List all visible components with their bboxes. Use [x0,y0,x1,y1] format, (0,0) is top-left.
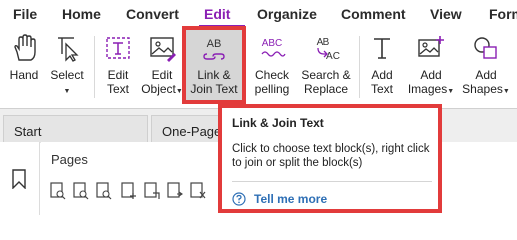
edit-object-label-text: Edit Object [141,68,176,96]
hand-tool-button[interactable]: Hand [4,30,44,102]
add-images-button[interactable]: Add Images▼ [406,30,456,102]
replace-page-icon[interactable] [167,182,183,200]
menu-convert[interactable]: Convert [126,6,179,22]
edit-object-label: Edit Object▼ [141,68,183,99]
menu-comment[interactable]: Comment [341,6,406,22]
add-text-label: Add Text [370,68,393,96]
tooltip-divider [232,181,432,182]
pages-panel: Pages [41,142,221,215]
select-tool-button[interactable]: Select ▼ [47,30,87,102]
svg-text:AC: AC [326,51,340,62]
extract-page-icon[interactable] [144,182,160,200]
pages-panel-title: Pages [51,152,88,167]
spell-check-icon: ABC [261,38,286,57]
svg-text:B: B [323,37,330,48]
svg-text:ABC: ABC [262,38,283,49]
insert-page-icon[interactable] [121,182,137,200]
highlight-frame [182,26,246,104]
tab-start[interactable]: Start [3,115,148,143]
ribbon-toolbar: Hand Select ▼ Edit Text Edit Object▼ AB … [0,30,517,108]
add-shapes-label-text: Add Shapes [462,68,503,96]
edit-text-label: Edit Text [106,68,129,96]
menu-home[interactable]: Home [62,6,101,22]
search-replace-icon: A B AC [317,37,340,62]
add-shapes-button[interactable]: Add Shapes▼ [460,30,512,102]
add-images-label: Add Images▼ [406,68,456,99]
add-text-icon [374,38,390,59]
menu-bar: File Home Convert Edit Organize Comment … [0,0,517,30]
edit-object-button[interactable]: Edit Object▼ [141,30,183,102]
add-shapes-label: Add Shapes▼ [460,68,512,99]
tooltip-body: Click to choose text block(s), right cli… [232,143,430,169]
edit-object-icon [150,37,176,62]
cursor-select-icon [58,37,79,62]
add-images-icon [418,36,444,57]
check-spelling-button[interactable]: ABC Check pelling [250,30,294,102]
add-images-label-text: Add Images [407,68,448,96]
left-sidebar [0,142,40,215]
bookmark-icon[interactable] [11,169,27,189]
menu-edit[interactable]: Edit [204,6,230,22]
menu-file[interactable]: File [13,6,37,22]
menu-form[interactable]: Form [489,6,517,22]
menu-organize[interactable]: Organize [257,6,317,22]
help-circle-icon [232,192,246,206]
chevron-down-icon: ▼ [447,88,455,95]
chevron-down-icon: ▼ [63,88,71,95]
page-zoom-in-icon[interactable] [73,182,89,200]
toolbar-separator [359,36,360,98]
menu-view[interactable]: View [430,6,462,22]
edit-text-icon [106,37,130,59]
toolbar-separator [94,36,95,98]
add-shapes-icon [474,37,497,59]
select-tool-label: Select [50,68,84,82]
tab-document[interactable]: One-Page- [151,115,221,143]
edit-text-button[interactable]: Edit Text [98,30,138,102]
search-replace-label: Search & Replace [301,68,351,96]
hand-tool-label: Hand [9,68,39,82]
page-zoom-out-icon[interactable] [96,182,112,200]
tell-me-more-link[interactable]: Tell me more [232,190,327,208]
add-text-button[interactable]: Add Text [362,30,402,102]
hand-icon [14,34,36,61]
tooltip-title: Link & Join Text [232,116,324,130]
tooltip-link-join-text: Link & Join Text Click to choose text bl… [218,104,442,213]
delete-page-icon[interactable] [190,182,206,200]
check-spelling-label: Check pelling [254,68,290,96]
chevron-down-icon: ▼ [502,88,510,95]
search-replace-button[interactable]: A B AC Search & Replace [298,30,354,102]
tell-me-more-label[interactable]: Tell me more [254,192,327,206]
page-zoom-icon[interactable] [50,182,66,200]
